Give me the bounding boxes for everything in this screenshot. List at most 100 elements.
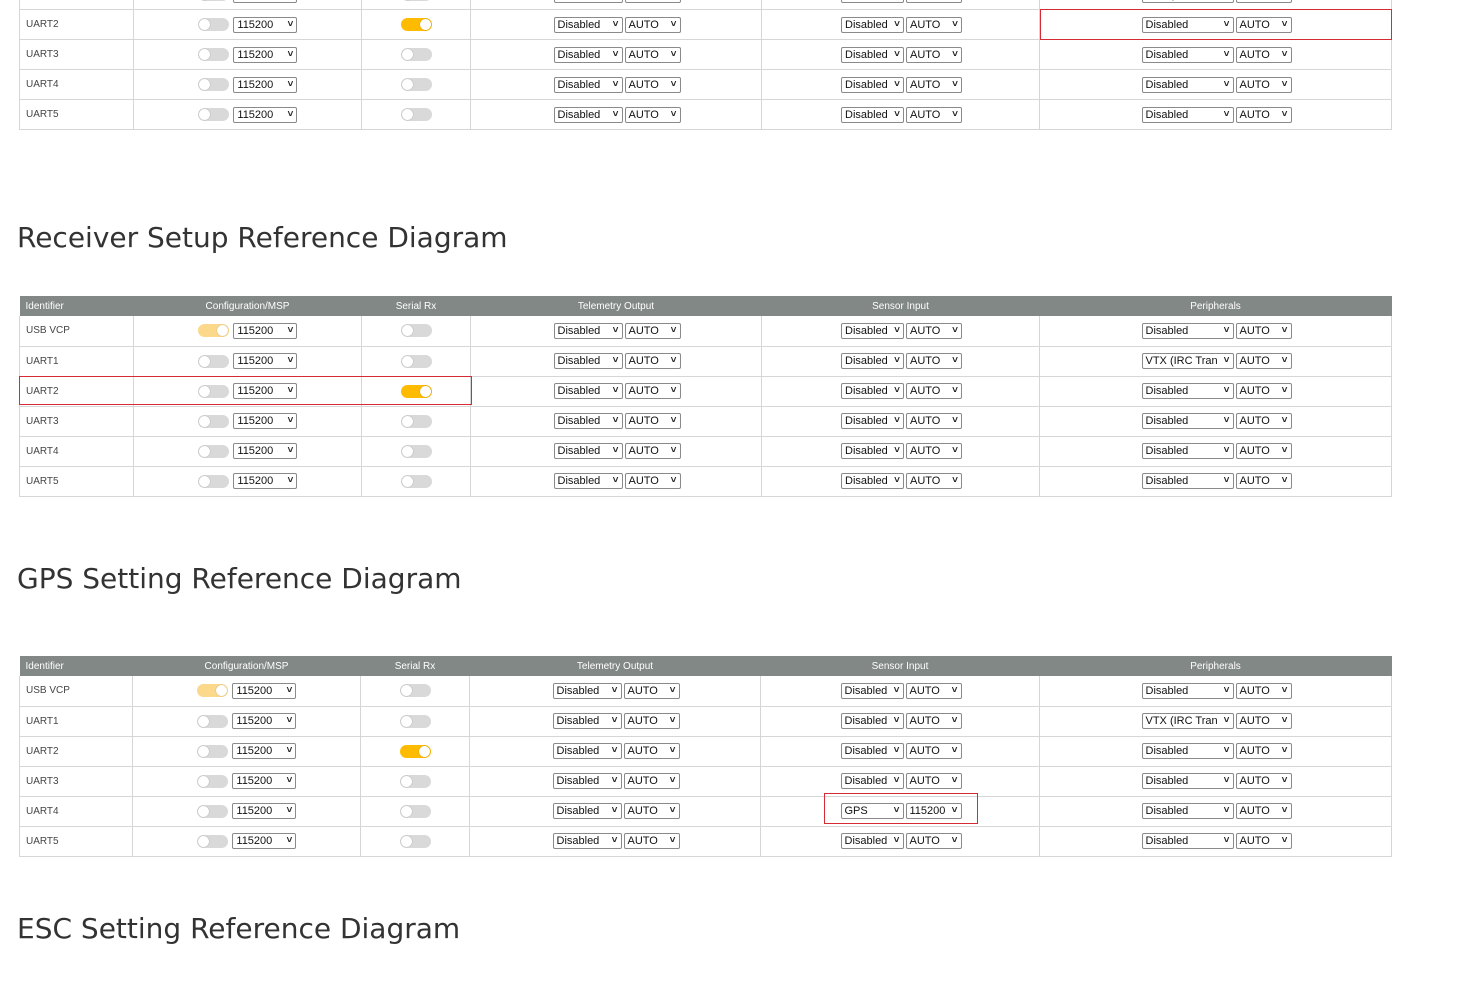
msp-toggle[interactable] <box>196 684 228 698</box>
msp-toggle[interactable] <box>197 354 229 368</box>
msp-baud-select[interactable]: 115200 ˅ <box>233 106 298 123</box>
telemetry-select[interactable]: Disabled ˅ <box>553 353 623 369</box>
peripherals-baud-select[interactable]: AUTO ˅ <box>1235 16 1292 33</box>
peripherals-baud-select[interactable]: AUTO ˅ <box>1235 473 1292 489</box>
peripherals-select[interactable]: Disabled ˅ <box>1141 76 1234 93</box>
peripherals-baud-select[interactable]: AUTO ˅ <box>1235 803 1292 819</box>
sensor-select[interactable]: Disabled ˅ <box>841 322 904 339</box>
peripherals-select[interactable]: Disabled ˅ <box>1141 16 1234 33</box>
msp-toggle[interactable] <box>197 474 229 488</box>
sensor-baud-select[interactable]: AUTO ˅ <box>906 322 962 339</box>
sensor-select[interactable]: Disabled ˅ <box>841 473 904 489</box>
msp-toggle[interactable] <box>197 108 229 121</box>
sensor-select[interactable]: Disabled ˅ <box>841 383 904 399</box>
msp-baud-select[interactable]: 115200 ˅ <box>233 383 298 399</box>
telemetry-baud-select[interactable]: AUTO ˅ <box>624 413 681 429</box>
peripherals-baud-select[interactable]: AUTO ˅ <box>1235 773 1292 789</box>
msp-toggle[interactable] <box>196 804 228 818</box>
telemetry-baud-select[interactable]: AUTO ˅ <box>623 803 680 819</box>
sensor-select[interactable]: Disabled ˅ <box>841 443 904 459</box>
peripherals-select[interactable]: VTX (IRC Tran ˅ <box>1141 713 1234 729</box>
msp-baud-select[interactable]: 115200 ˅ <box>233 0 298 3</box>
sensor-baud-select[interactable]: AUTO ˅ <box>905 682 962 699</box>
telemetry-baud-select[interactable]: AUTO ˅ <box>623 833 680 849</box>
serial-rx-toggle[interactable] <box>400 108 432 121</box>
telemetry-select[interactable]: Disabled ˅ <box>553 322 623 339</box>
sensor-baud-select[interactable]: AUTO ˅ <box>906 383 962 399</box>
sensor-select[interactable]: Disabled ˅ <box>840 833 904 849</box>
sensor-baud-select[interactable]: AUTO ˅ <box>906 0 962 3</box>
peripherals-baud-select[interactable]: AUTO ˅ <box>1235 353 1292 369</box>
msp-baud-select[interactable]: 115200 ˅ <box>233 322 298 339</box>
peripherals-baud-select[interactable]: AUTO ˅ <box>1235 713 1292 729</box>
telemetry-select[interactable]: Disabled ˅ <box>552 833 622 849</box>
peripherals-baud-select[interactable]: AUTO ˅ <box>1235 682 1292 699</box>
sensor-select[interactable]: Disabled ˅ <box>841 16 904 33</box>
msp-baud-select[interactable]: 115200 ˅ <box>233 76 298 93</box>
telemetry-baud-select[interactable]: AUTO ˅ <box>624 473 681 489</box>
sensor-baud-select[interactable]: AUTO ˅ <box>906 413 962 429</box>
msp-baud-select[interactable]: 115200 ˅ <box>232 743 297 759</box>
msp-toggle[interactable] <box>197 414 229 428</box>
telemetry-baud-select[interactable]: AUTO ˅ <box>624 76 681 93</box>
peripherals-select[interactable]: Disabled ˅ <box>1141 743 1234 759</box>
sensor-baud-select[interactable]: AUTO ˅ <box>905 713 962 729</box>
msp-toggle[interactable] <box>197 18 229 31</box>
peripherals-select[interactable]: VTX (IRC Tran ˅ <box>1141 0 1234 3</box>
sensor-select[interactable]: GPS ˅ <box>840 803 904 819</box>
telemetry-baud-select[interactable]: AUTO ˅ <box>623 743 680 759</box>
sensor-baud-select[interactable]: AUTO ˅ <box>905 833 962 849</box>
serial-rx-toggle[interactable] <box>400 78 432 91</box>
serial-rx-toggle[interactable] <box>399 774 431 788</box>
msp-toggle[interactable] <box>197 384 229 398</box>
msp-toggle[interactable] <box>197 48 229 61</box>
msp-baud-select[interactable]: 115200 ˅ <box>232 682 297 699</box>
serial-rx-toggle[interactable] <box>399 744 431 758</box>
peripherals-baud-select[interactable]: AUTO ˅ <box>1235 383 1292 399</box>
peripherals-baud-select[interactable]: AUTO ˅ <box>1235 833 1292 849</box>
msp-toggle[interactable] <box>196 774 228 788</box>
serial-rx-toggle[interactable] <box>399 714 431 728</box>
msp-toggle[interactable] <box>196 714 228 728</box>
peripherals-baud-select[interactable]: AUTO ˅ <box>1235 106 1292 123</box>
peripherals-select[interactable]: Disabled ˅ <box>1141 773 1234 789</box>
peripherals-baud-select[interactable]: AUTO ˅ <box>1235 46 1292 63</box>
sensor-baud-select[interactable]: AUTO ˅ <box>906 473 962 489</box>
telemetry-baud-select[interactable]: AUTO ˅ <box>624 322 681 339</box>
telemetry-baud-select[interactable]: AUTO ˅ <box>624 383 681 399</box>
msp-baud-select[interactable]: 115200 ˅ <box>233 413 298 429</box>
msp-baud-select[interactable]: 115200 ˅ <box>232 713 297 729</box>
telemetry-select[interactable]: Disabled ˅ <box>552 713 622 729</box>
msp-baud-select[interactable]: 115200 ˅ <box>232 833 297 849</box>
sensor-select[interactable]: Disabled ˅ <box>841 353 904 369</box>
telemetry-select[interactable]: Disabled ˅ <box>553 76 623 93</box>
sensor-baud-select[interactable]: AUTO ˅ <box>906 443 962 459</box>
msp-baud-select[interactable]: 115200 ˅ <box>232 803 297 819</box>
telemetry-baud-select[interactable]: AUTO ˅ <box>623 713 680 729</box>
serial-rx-toggle[interactable] <box>399 834 431 848</box>
sensor-select[interactable]: Disabled ˅ <box>840 743 904 759</box>
peripherals-select[interactable]: Disabled ˅ <box>1141 473 1234 489</box>
msp-toggle[interactable] <box>196 744 228 758</box>
peripherals-select[interactable]: Disabled ˅ <box>1141 803 1234 819</box>
peripherals-baud-select[interactable]: AUTO ˅ <box>1235 443 1292 459</box>
sensor-baud-select[interactable]: AUTO ˅ <box>905 743 962 759</box>
msp-baud-select[interactable]: 115200 ˅ <box>233 443 298 459</box>
msp-toggle[interactable] <box>197 324 229 338</box>
sensor-baud-select[interactable]: AUTO ˅ <box>906 16 962 33</box>
peripherals-baud-select[interactable]: AUTO ˅ <box>1235 0 1292 3</box>
telemetry-baud-select[interactable]: AUTO ˅ <box>623 682 680 699</box>
sensor-select[interactable]: Disabled ˅ <box>840 773 904 789</box>
telemetry-select[interactable]: Disabled ˅ <box>553 473 623 489</box>
sensor-baud-select[interactable]: AUTO ˅ <box>906 46 962 63</box>
serial-rx-toggle[interactable] <box>399 684 431 698</box>
sensor-select[interactable]: Disabled ˅ <box>840 682 904 699</box>
serial-rx-toggle[interactable] <box>400 18 432 31</box>
telemetry-select[interactable]: Disabled ˅ <box>552 803 622 819</box>
telemetry-baud-select[interactable]: AUTO ˅ <box>624 443 681 459</box>
telemetry-select[interactable]: Disabled ˅ <box>553 106 623 123</box>
peripherals-baud-select[interactable]: AUTO ˅ <box>1235 322 1292 339</box>
peripherals-select[interactable]: Disabled ˅ <box>1141 413 1234 429</box>
msp-toggle[interactable] <box>197 78 229 91</box>
msp-baud-select[interactable]: 115200 ˅ <box>233 46 298 63</box>
